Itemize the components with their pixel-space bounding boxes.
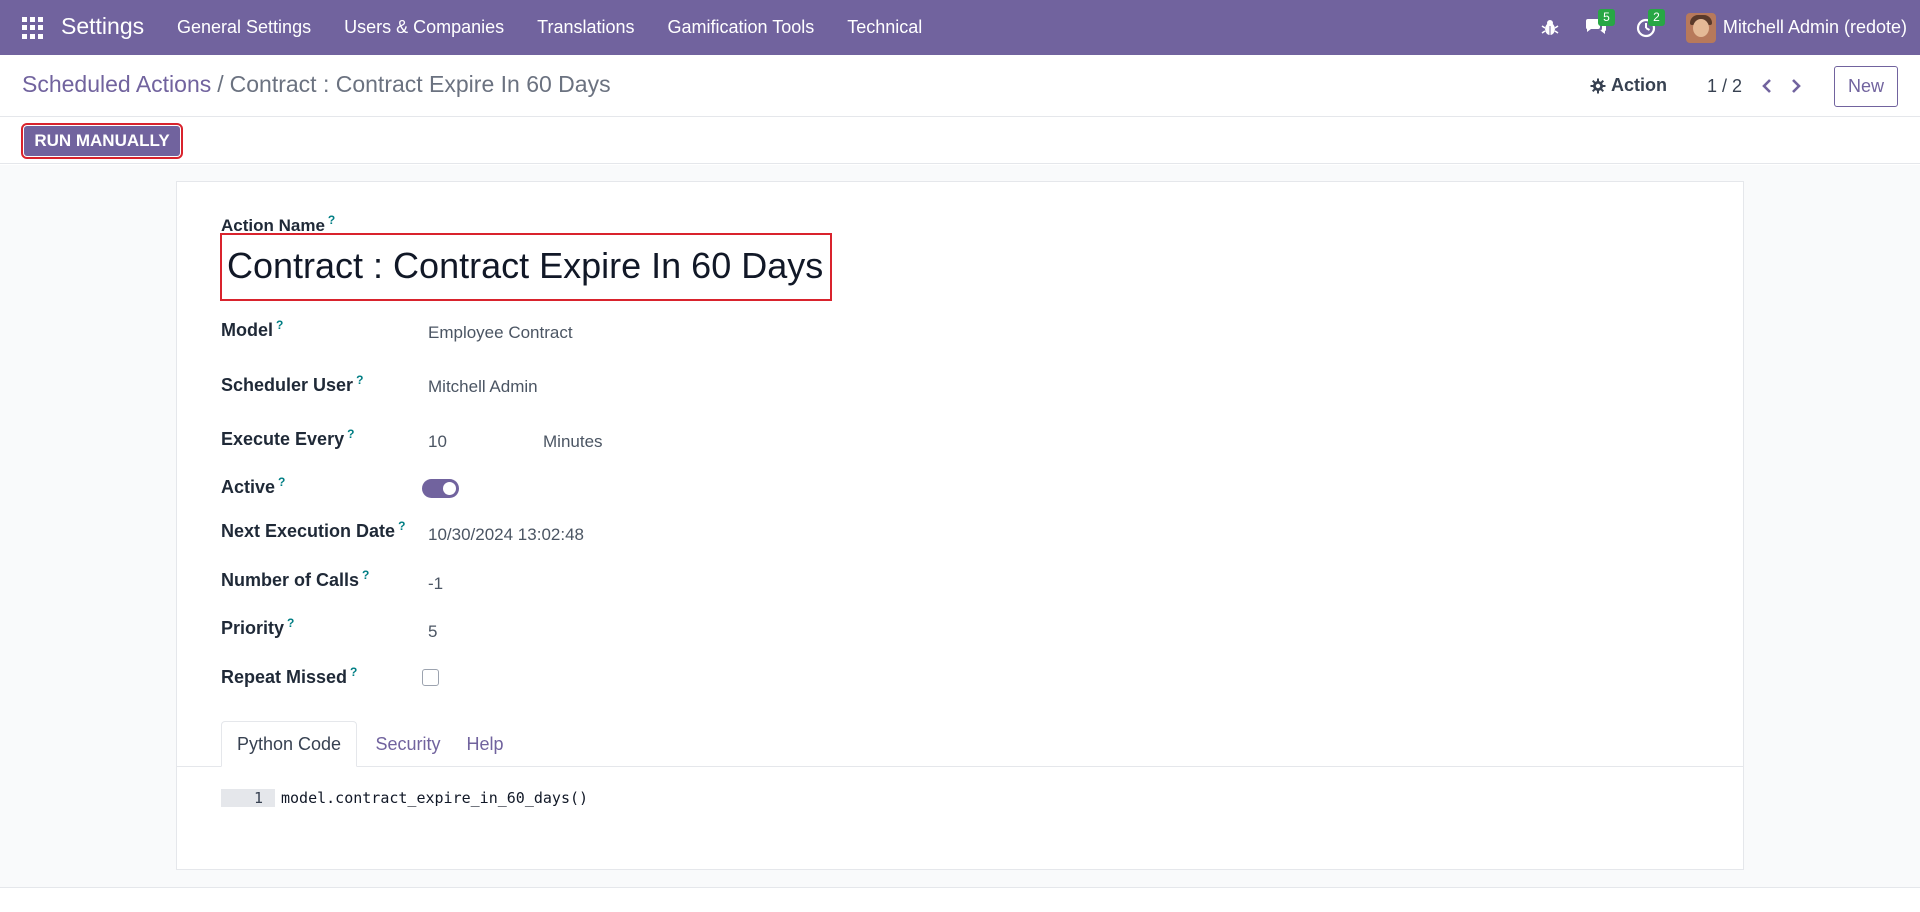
help-tooltip-icon[interactable]: ? [287,616,294,630]
systray: 5 2 Mitchell Admin (redote) [1536,0,1920,55]
next-execution-date-label: Next Execution Date? [221,519,406,541]
interval-unit-select[interactable]: Minutes [543,432,603,452]
help-tooltip-icon[interactable]: ? [276,318,283,332]
user-menu[interactable]: Mitchell Admin (redote) [1723,17,1907,38]
priority-label: Priority? [221,616,295,638]
code-line-number: 1 [221,789,275,807]
menu-technical[interactable]: Technical [847,17,922,38]
footer-area [0,887,1920,912]
model-label: Model? [221,318,284,340]
scheduler-user-label: Scheduler User? [221,373,364,395]
breadcrumb: Scheduled Actions / Contract : Contract Ex… [22,71,611,98]
main-menu: General Settings Users & Companies Trans… [177,0,955,55]
model-field[interactable]: Employee Contract [428,323,573,343]
avatar[interactable] [1685,12,1716,43]
breadcrumb-scheduled-actions[interactable]: Scheduled Actions [22,71,211,97]
interval-number-field[interactable]: 10 [428,432,447,452]
new-button[interactable]: New [1834,66,1898,107]
help-tooltip-icon[interactable]: ? [350,665,357,679]
tab-security[interactable]: Security [365,721,451,767]
gear-icon [1590,78,1606,93]
code-editor[interactable]: model.contract_expire_in_60_days() [281,789,588,807]
app-brand[interactable]: Settings [61,13,144,40]
menu-gamification-tools[interactable]: Gamification Tools [668,17,815,38]
priority-field[interactable]: 5 [428,622,437,642]
form-statusbar: RUN MANUALLY [0,118,1920,164]
repeat-missed-checkbox[interactable] [422,669,439,686]
app-grid-icon[interactable] [22,17,44,39]
number-of-calls-field[interactable]: -1 [428,574,443,594]
repeat-missed-label: Repeat Missed? [221,665,358,687]
action-name-input[interactable]: Contract : Contract Expire In 60 Days [227,245,823,287]
menu-translations[interactable]: Translations [537,17,634,38]
help-tooltip-icon[interactable]: ? [398,519,405,533]
execute-every-label: Execute Every? [221,427,355,449]
tab-help[interactable]: Help [457,721,513,767]
help-tooltip-icon[interactable]: ? [362,568,369,582]
scheduler-user-field[interactable]: Mitchell Admin [428,377,538,397]
tab-python-code[interactable]: Python Code [221,721,357,767]
number-of-calls-label: Number of Calls? [221,568,370,590]
help-tooltip-icon[interactable]: ? [347,427,354,441]
action-label: Action [1611,75,1667,95]
help-tooltip-icon[interactable]: ? [328,213,335,227]
chevron-left-icon [1762,79,1771,93]
active-label: Active? [221,475,286,497]
breadcrumb-separator: / [217,71,224,97]
action-menu-button[interactable]: Action [1590,75,1667,96]
notebook-tabs: Python Code Security Help [176,721,1744,767]
menu-general-settings[interactable]: General Settings [177,17,311,38]
run-manually-button[interactable]: RUN MANUALLY [21,123,183,159]
breadcrumb-current: Contract : Contract Expire In 60 Days [229,71,611,97]
active-toggle[interactable] [422,479,459,498]
menu-users-companies[interactable]: Users & Companies [344,17,504,38]
clock-icon[interactable]: 2 [1632,8,1665,42]
help-tooltip-icon[interactable]: ? [356,373,363,387]
next-execution-date-field[interactable]: 10/30/2024 13:02:48 [428,525,584,545]
top-navbar: Settings General Settings Users & Compan… [0,0,1920,55]
help-tooltip-icon[interactable]: ? [278,475,285,489]
chat-badge: 5 [1597,8,1615,26]
bug-icon[interactable] [1536,14,1564,42]
pager-next-button[interactable] [1786,75,1806,97]
chevron-right-icon [1792,79,1801,93]
pager-value[interactable]: 1 / 2 [1707,76,1742,97]
activity-badge: 2 [1647,8,1665,26]
chat-icon[interactable]: 5 [1582,8,1615,42]
control-panel: Scheduled Actions / Contract : Contract Ex… [0,55,1920,117]
pager-previous-button[interactable] [1757,75,1777,97]
